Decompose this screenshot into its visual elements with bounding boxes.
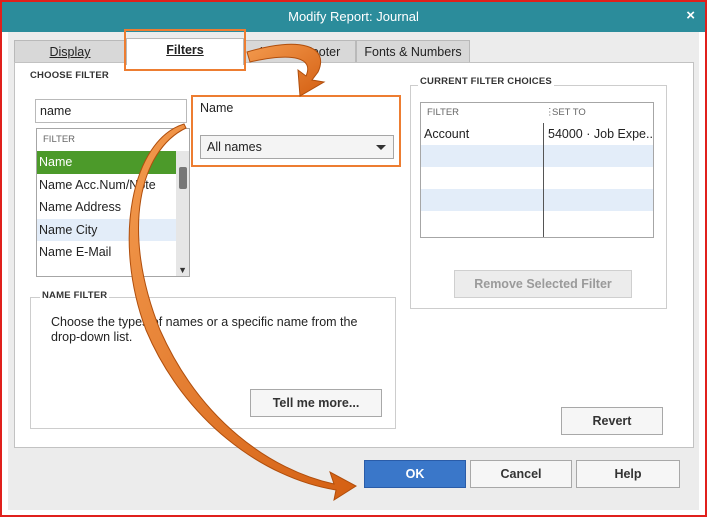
tab-display[interactable]: Display — [14, 40, 126, 63]
name-filter-description: Choose the types of names or a specific … — [51, 315, 358, 344]
title-bar: Modify Report: Journal × — [2, 2, 705, 32]
cancel-label: Cancel — [500, 467, 542, 481]
window-title: Modify Report: Journal — [288, 9, 419, 24]
tab-display-label: Display — [49, 45, 91, 59]
choose-filter-heading: CHOOSE FILTER — [30, 70, 109, 81]
list-item[interactable]: Name Address — [37, 196, 189, 219]
scroll-down-icon[interactable]: ▼ — [178, 265, 187, 275]
close-icon[interactable]: × — [686, 7, 695, 24]
table-row — [421, 145, 653, 167]
help-button[interactable]: Help — [576, 460, 680, 488]
current-filters-table[interactable]: FILTER ⋮ SET TO Account 54000 · Job Expe… — [420, 102, 654, 238]
table-row — [421, 211, 653, 233]
tab-fonts-numbers[interactable]: Fonts & Numbers — [356, 40, 470, 63]
tab-header-footer[interactable]: Header/Footer — [244, 40, 356, 63]
col-header-filter: FILTER — [427, 107, 460, 118]
name-select-value: All names — [207, 140, 262, 154]
ok-button[interactable]: OK — [364, 460, 466, 488]
list-item[interactable]: Name — [37, 151, 189, 174]
filter-list[interactable]: FILTER Name Name Acc.Num/Note Name Addre… — [36, 128, 190, 277]
col-header-set-to: SET TO — [552, 107, 586, 118]
name-filter-heading: NAME FILTER — [40, 290, 110, 301]
revert-label: Revert — [592, 414, 632, 428]
revert-button[interactable]: Revert — [561, 407, 663, 435]
ok-label: OK — [405, 467, 425, 481]
remove-filter-label: Remove Selected Filter — [474, 277, 612, 291]
table-row[interactable]: Account 54000 · Job Expe... — [421, 123, 653, 145]
name-field-label: Name — [200, 101, 234, 115]
table-cell-filter: Account — [424, 127, 470, 141]
list-item[interactable]: Name City — [37, 218, 189, 241]
filter-search-input[interactable]: name — [35, 99, 187, 123]
name-select[interactable]: All names — [200, 135, 394, 159]
table-cell-set-to: 54000 · Job Expe... — [548, 127, 654, 141]
table-row — [421, 189, 653, 211]
tab-filters[interactable]: Filters — [126, 38, 244, 65]
tell-me-more-label: Tell me more... — [272, 396, 360, 410]
chevron-down-icon — [376, 145, 386, 150]
list-item[interactable]: Name E-Mail — [37, 241, 189, 264]
table-row — [421, 167, 653, 189]
list-item[interactable]: Name Acc.Num/Note — [37, 174, 189, 197]
tab-fonts-numbers-label: Fonts & Numbers — [364, 45, 462, 59]
tab-filters-label: Filters — [166, 43, 204, 57]
help-label: Help — [614, 467, 642, 481]
cancel-button[interactable]: Cancel — [470, 460, 572, 488]
filter-list-header: FILTER — [43, 134, 76, 145]
remove-selected-filter-button[interactable]: Remove Selected Filter — [454, 270, 632, 298]
tab-header-footer-label: Header/Footer — [259, 45, 341, 59]
tell-me-more-button[interactable]: Tell me more... — [250, 389, 382, 417]
column-divider — [543, 123, 544, 237]
current-filters-heading: CURRENT FILTER CHOICES — [418, 76, 554, 87]
scrollbar-thumb[interactable] — [179, 167, 187, 189]
